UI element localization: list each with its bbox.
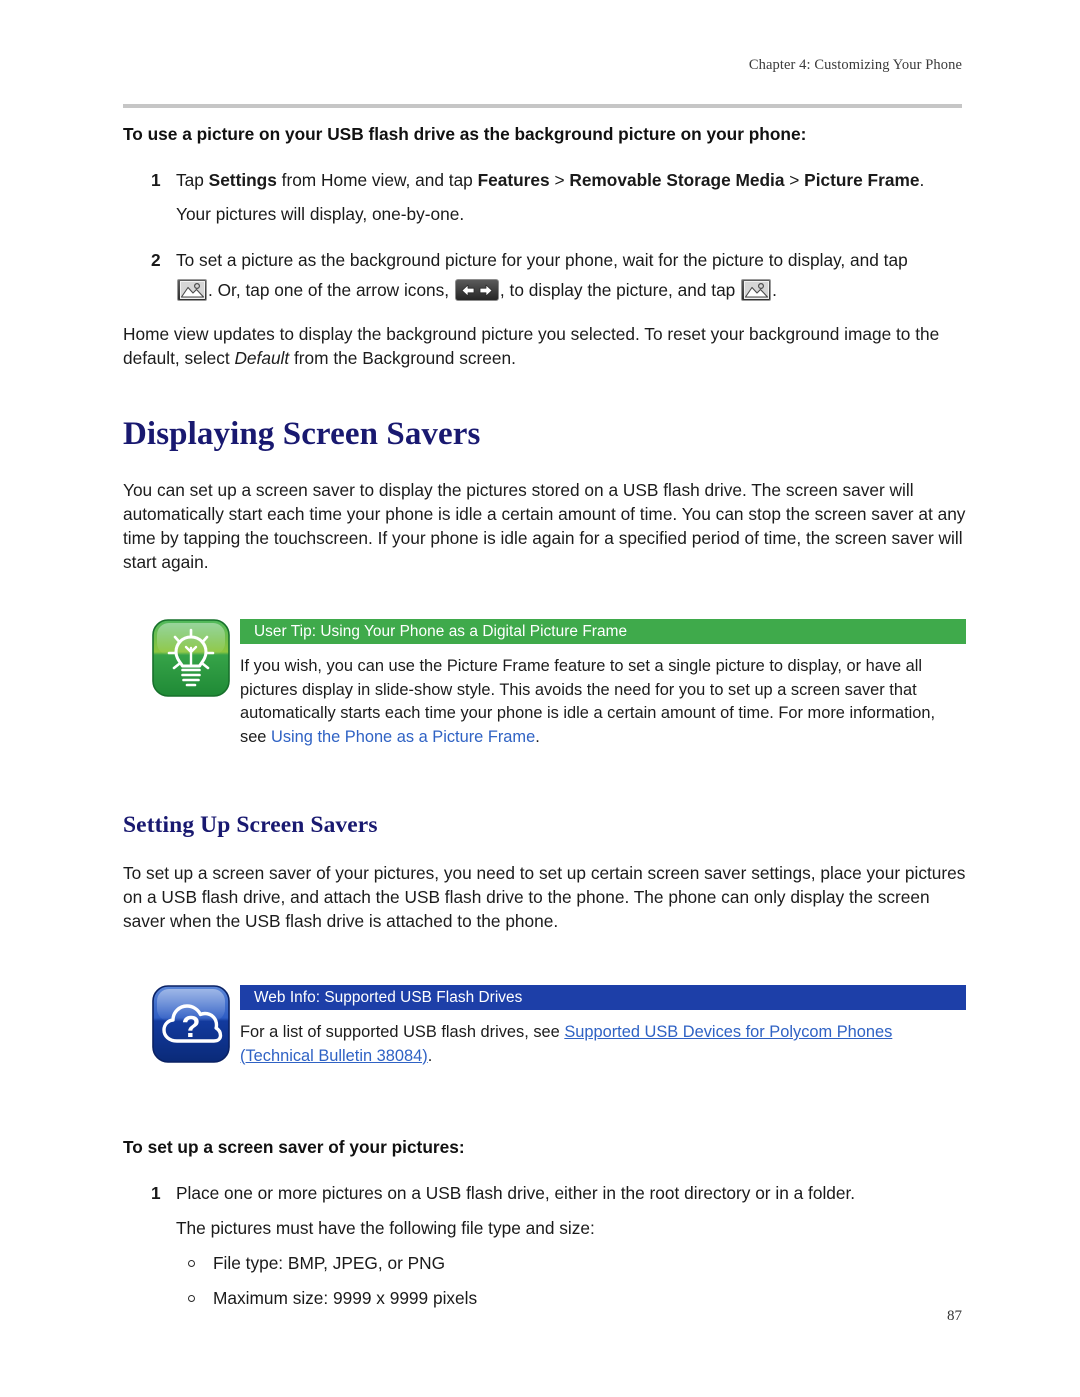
hollow-bullet-icon bbox=[188, 1295, 195, 1302]
page-number: 87 bbox=[947, 1308, 962, 1324]
step-1-text: Tap Settings from Home view, and tap Fea… bbox=[176, 170, 925, 190]
web-info-callout: ? Web Info: Supported USB Flash Drives F… bbox=[123, 985, 966, 1073]
user-tip-callout: User Tip: Using Your Phone as a Digital … bbox=[123, 619, 966, 749]
step-2: 2 To set a picture as the background pic… bbox=[123, 248, 966, 272]
web-info-body-period: . bbox=[427, 1046, 433, 1065]
using-the-phone-as-a-picture-frame-link[interactable]: Using the Phone as a Picture Frame bbox=[271, 728, 535, 746]
hollow-bullet-icon bbox=[188, 1260, 195, 1267]
closing-default-italic: Default bbox=[234, 348, 290, 368]
file-type-bullet-label: File type: BMP, JPEG, or PNG bbox=[213, 1253, 446, 1273]
web-info-body-text: For a list of supported USB flash drives… bbox=[240, 1023, 565, 1041]
picture-frame-icon[interactable] bbox=[741, 279, 772, 301]
setup-step-1-number: 1 bbox=[151, 1183, 161, 1203]
lightbulb-icon bbox=[152, 619, 230, 697]
file-type-bullet: File type: BMP, JPEG, or PNG bbox=[123, 1251, 966, 1275]
step-1-continuation: Your pictures will display, one-by-one. bbox=[176, 204, 465, 224]
usb-background-closing: Home view updates to display the backgro… bbox=[123, 322, 966, 370]
setup-step-1: 1 Place one or more pictures on a USB fl… bbox=[123, 1181, 966, 1205]
user-tip-body-period: . bbox=[535, 727, 540, 746]
user-tip-body: If you wish, you can use the Picture Fra… bbox=[240, 655, 966, 749]
setup-step-1-text: Place one or more pictures on a USB flas… bbox=[176, 1183, 856, 1203]
step-2-line-2: . Or, tap one of the arrow icons, , to d… bbox=[123, 278, 966, 302]
max-size-bullet-label: Maximum size: 9999 x 9999 pixels bbox=[213, 1288, 478, 1308]
heading-setting-up-screen-savers: Setting Up Screen Savers bbox=[123, 812, 378, 838]
heading-displaying-screen-savers: Displaying Screen Savers bbox=[123, 416, 481, 452]
setup-procedure-lead: To set up a screen saver of your picture… bbox=[123, 1137, 465, 1157]
cloud-question-icon: ? bbox=[152, 985, 230, 1063]
displaying-screen-savers-paragraph: You can set up a screen saver to display… bbox=[123, 480, 966, 572]
usb-background-lead: To use a picture on your USB flash drive… bbox=[123, 124, 807, 144]
chapter-breadcrumb: Chapter 4: Customizing Your Phone bbox=[748, 57, 962, 73]
user-tip-title-bar: User Tip: Using Your Phone as a Digital … bbox=[240, 619, 966, 644]
max-size-bullet: Maximum size: 9999 x 9999 pixels bbox=[123, 1286, 966, 1310]
web-info-title-bar: Web Info: Supported USB Flash Drives bbox=[240, 985, 966, 1010]
step-1-number: 1 bbox=[151, 170, 161, 190]
step-2-number: 2 bbox=[151, 250, 161, 270]
step-1: 1 Tap Settings from Home view, and tap F… bbox=[123, 168, 966, 192]
left-right-arrows-icon[interactable] bbox=[454, 279, 499, 301]
page-content: To use a picture on your USB flash drive… bbox=[123, 122, 966, 1310]
step-2-text-c: . bbox=[772, 280, 777, 300]
svg-text:?: ? bbox=[182, 1009, 201, 1044]
setting-up-screen-savers-paragraph: To set up a screen saver of your picture… bbox=[123, 863, 966, 931]
step-2-text-b: , to display the picture, and tap bbox=[499, 280, 736, 300]
picture-frame-icon[interactable] bbox=[177, 279, 207, 301]
closing-text-b: from the Background screen. bbox=[289, 348, 516, 368]
web-info-body: For a list of supported USB flash drives… bbox=[240, 1021, 966, 1068]
step-2-line-1: To set a picture as the background pictu… bbox=[176, 250, 908, 270]
step-2-text-a: . Or, tap one of the arrow icons, bbox=[208, 280, 450, 300]
page-header: Chapter 4: Customizing Your Phone bbox=[0, 0, 1080, 108]
header-divider bbox=[123, 104, 962, 108]
setup-step-1-continuation: The pictures must have the following fil… bbox=[176, 1218, 595, 1238]
